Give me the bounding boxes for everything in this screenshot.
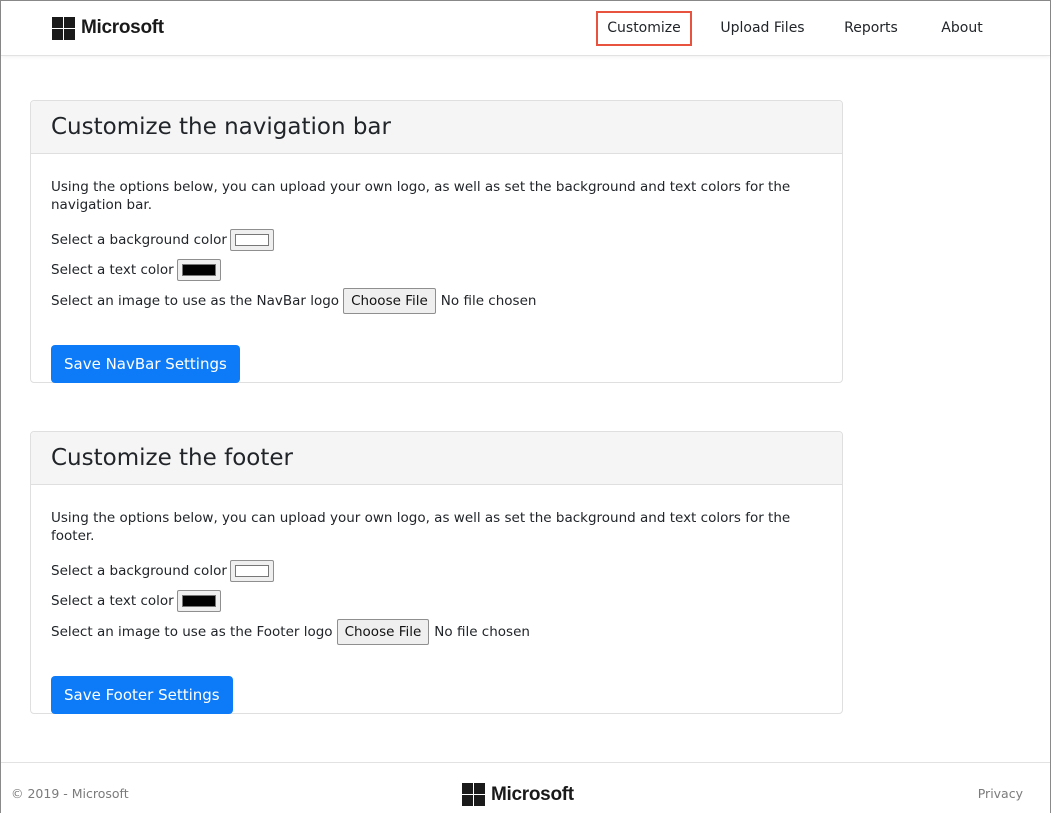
save-footer-settings-button[interactable]: Save Footer Settings xyxy=(51,676,233,714)
choose-file-button[interactable]: Choose File xyxy=(336,619,430,645)
logo-upload-label: Select an image to use as the Footer log… xyxy=(51,624,333,640)
bg-color-fill xyxy=(234,234,269,246)
file-status: No file chosen xyxy=(434,624,530,640)
privacy-link[interactable]: Privacy xyxy=(978,786,1023,801)
logo-upload-row: Select an image to use as the Footer log… xyxy=(51,619,822,645)
microsoft-logo-icon xyxy=(52,16,75,40)
bg-color-label: Select a background color xyxy=(51,563,227,579)
page-footer: © 2019 - Microsoft Microsoft Privacy xyxy=(1,762,1050,813)
top-navbar: Microsoft Customize Upload Files Reports… xyxy=(1,1,1050,56)
text-color-label: Select a text color xyxy=(51,593,174,609)
nav-item-reports[interactable]: Reports xyxy=(836,11,906,46)
footer-settings-card: Customize the footer Using the options b… xyxy=(30,431,843,714)
file-status: No file chosen xyxy=(440,293,537,309)
bg-color-picker[interactable] xyxy=(229,229,274,251)
intro-text: Using the options below, you can upload … xyxy=(51,510,791,544)
text-color-picker[interactable] xyxy=(176,259,221,281)
bg-color-label: Select a background color xyxy=(51,232,227,248)
bg-color-fill xyxy=(234,565,269,577)
card-body: Using the options below, you can upload … xyxy=(31,485,842,734)
nav-item-upload-files[interactable]: Upload Files xyxy=(714,11,811,46)
bg-color-row: Select a background color xyxy=(51,559,822,583)
logo-upload-label: Select an image to use as the NavBar log… xyxy=(51,293,340,309)
microsoft-logo-icon xyxy=(462,783,485,806)
brand-text: Microsoft xyxy=(81,17,164,38)
text-color-row: Select a text color xyxy=(51,258,822,282)
card-title: Customize the footer xyxy=(51,445,293,471)
save-navbar-settings-button[interactable]: Save NavBar Settings xyxy=(51,345,240,383)
choose-file-button[interactable]: Choose File xyxy=(343,288,436,314)
logo-upload-row: Select an image to use as the NavBar log… xyxy=(51,288,822,314)
footer-brand: Microsoft xyxy=(462,783,574,806)
card-header: Customize the navigation bar xyxy=(31,101,842,154)
text-color-row: Select a text color xyxy=(51,589,822,613)
bg-color-row: Select a background color xyxy=(51,228,822,252)
navbar-settings-card: Customize the navigation bar Using the o… xyxy=(30,100,843,383)
text-color-label: Select a text color xyxy=(51,262,174,278)
copyright-text: © 2019 - Microsoft xyxy=(11,786,129,801)
text-color-picker[interactable] xyxy=(176,590,221,612)
text-color-fill xyxy=(181,264,216,276)
nav-item-about[interactable]: About xyxy=(932,11,992,46)
footer-brand-text: Microsoft xyxy=(491,783,574,805)
card-body: Using the options below, you can upload … xyxy=(31,154,842,403)
card-title: Customize the navigation bar xyxy=(51,114,391,140)
nav-item-customize[interactable]: Customize xyxy=(596,11,692,46)
bg-color-picker[interactable] xyxy=(229,560,274,582)
intro-text: Using the options below, you can upload … xyxy=(51,179,791,213)
navbar-brand[interactable]: Microsoft xyxy=(52,16,164,40)
text-color-fill xyxy=(181,595,216,607)
card-header: Customize the footer xyxy=(31,432,842,485)
